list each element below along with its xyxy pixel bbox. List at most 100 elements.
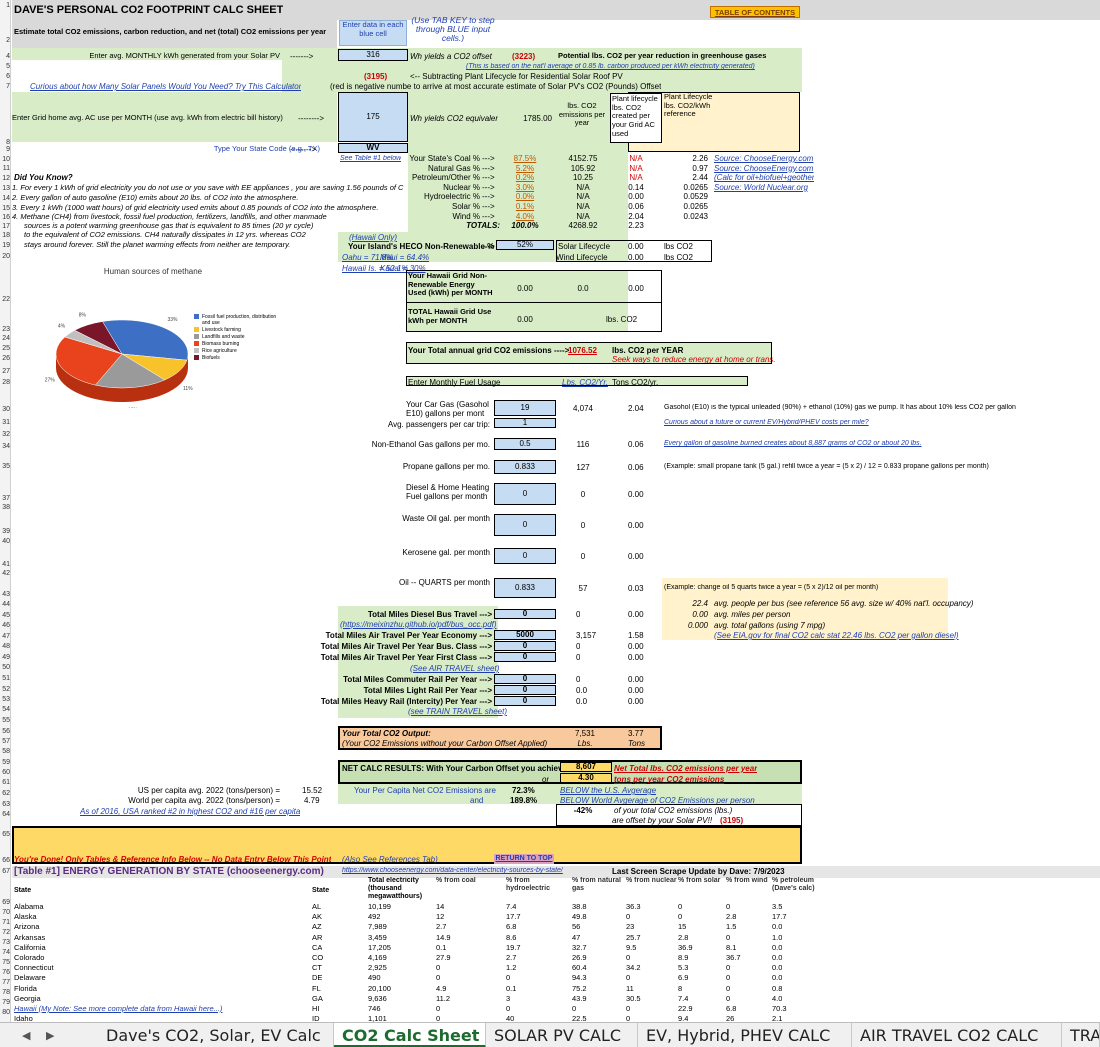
- methane-chart[interactable]: Human sources of methane 33%11%18%27%4%8…: [26, 262, 280, 408]
- sheet-tab[interactable]: CO2 Calc Sheet: [334, 1023, 486, 1047]
- row-number[interactable]: 10: [0, 155, 11, 164]
- row-number[interactable]: 40: [0, 537, 11, 546]
- train-travel-sheet-link[interactable]: (see TRAIN TRAVEL sheet): [408, 707, 507, 716]
- eia-link[interactable]: (See EIA.gov for final CO2 calc stat 22.…: [714, 631, 959, 640]
- see-table-1-link[interactable]: See Table #1 below: [340, 155, 401, 163]
- row-number[interactable]: 79: [0, 998, 11, 1007]
- row-number[interactable]: 60: [0, 768, 11, 777]
- row-number[interactable]: 12: [0, 174, 11, 183]
- row-number[interactable]: 72: [0, 928, 11, 937]
- row-number[interactable]: 26: [0, 354, 11, 363]
- bus-occupancy-link[interactable]: (https://meixinzhu.github.io/pdf/bus_occ…: [340, 620, 497, 629]
- row-number[interactable]: 80: [0, 1008, 11, 1017]
- row-number[interactable]: 52: [0, 685, 11, 694]
- state-code-input[interactable]: WV: [338, 143, 408, 153]
- row-number[interactable]: 20: [0, 252, 11, 261]
- row-number[interactable]: 76: [0, 968, 11, 977]
- row-number[interactable]: 54: [0, 705, 11, 714]
- row-number[interactable]: 69: [0, 898, 11, 907]
- row-number[interactable]: 25: [0, 344, 11, 353]
- row-number[interactable]: 5: [0, 62, 11, 71]
- table-1-url[interactable]: https://www.chooseenergy.com/data-center…: [342, 867, 563, 875]
- row-number[interactable]: 11: [0, 164, 11, 173]
- solar-kwh-input[interactable]: 316: [338, 49, 408, 61]
- row-number[interactable]: 15: [0, 204, 11, 213]
- air-travel-sheet-link[interactable]: (See AIR TRAVEL sheet): [410, 664, 499, 673]
- row-number[interactable]: 17: [0, 222, 11, 231]
- sheet-tab[interactable]: Dave's CO2, Solar, EV Calc: [98, 1023, 334, 1047]
- next-sheet-arrow[interactable]: ▶: [46, 1023, 54, 1047]
- row-number[interactable]: 55: [0, 716, 11, 725]
- row-number[interactable]: 30: [0, 405, 11, 414]
- row-number[interactable]: 73: [0, 938, 11, 947]
- table-of-contents-button[interactable]: TABLE OF CONTENTS: [710, 6, 800, 18]
- row-number[interactable]: 58: [0, 747, 11, 756]
- row-number[interactable]: 62: [0, 789, 11, 798]
- sheet-tab[interactable]: AIR TRAVEL CO2 CALC: [852, 1023, 1062, 1047]
- sheet-tab[interactable]: SOLAR PV CALC: [486, 1023, 638, 1047]
- row-number[interactable]: 13: [0, 184, 11, 193]
- row-number[interactable]: 39: [0, 527, 11, 536]
- row-number[interactable]: 4: [0, 52, 11, 61]
- row-number[interactable]: 57: [0, 737, 11, 746]
- row-number[interactable]: 43: [0, 590, 11, 599]
- travel-input[interactable]: 0: [494, 652, 556, 662]
- row-number[interactable]: 28: [0, 378, 11, 387]
- return-to-top-button[interactable]: RETURN TO TOP: [494, 854, 554, 864]
- row-number[interactable]: 78: [0, 988, 11, 997]
- fuel-note[interactable]: Every gallon of gasoline burned creates …: [664, 440, 922, 448]
- grid-kwh-input[interactable]: 175: [338, 92, 408, 142]
- row-number[interactable]: 47: [0, 632, 11, 641]
- row-number[interactable]: 56: [0, 727, 11, 736]
- row-number[interactable]: 6: [0, 72, 11, 81]
- fuel-input[interactable]: 0: [494, 548, 556, 564]
- row-number[interactable]: 41: [0, 560, 11, 569]
- row-number[interactable]: 45: [0, 611, 11, 620]
- usa-rank-link[interactable]: As of 2016, USA ranked #2 in highest CO2…: [80, 807, 300, 816]
- row-number[interactable]: 22: [0, 295, 11, 304]
- row-number[interactable]: 32: [0, 430, 11, 439]
- heco-input[interactable]: 52%: [496, 240, 554, 250]
- fuel-input[interactable]: 0.5: [494, 438, 556, 450]
- row-number[interactable]: 49: [0, 653, 11, 662]
- fuel-input[interactable]: 19: [494, 400, 556, 416]
- row-number[interactable]: 19: [0, 241, 11, 250]
- row-number[interactable]: 66: [0, 856, 11, 865]
- row-number[interactable]: 64: [0, 810, 11, 819]
- row-number[interactable]: 53: [0, 695, 11, 704]
- row-number[interactable]: 44: [0, 600, 11, 609]
- solar-panels-calculator-link[interactable]: Curious about how Many Solar Panels Woul…: [30, 82, 301, 91]
- row-number[interactable]: 77: [0, 978, 11, 987]
- prev-sheet-arrow[interactable]: ◀: [22, 1023, 30, 1047]
- row-number[interactable]: 1: [0, 1, 11, 10]
- row-number[interactable]: 38: [0, 503, 11, 512]
- row-number[interactable]: 37: [0, 494, 11, 503]
- fuel-input[interactable]: 0.833: [494, 578, 556, 598]
- fuel-note[interactable]: Curious about a future or current EV/Hyb…: [664, 419, 869, 427]
- sheet-tab[interactable]: EV, Hybrid, PHEV CALC: [638, 1023, 852, 1047]
- hawaii-only-link[interactable]: (Hawaii Only): [338, 233, 408, 242]
- row-number[interactable]: 70: [0, 908, 11, 917]
- row-headers[interactable]: 1 2 4 5 6 7 8 9 10 11 12 13 14 15 16 17 18 19 20 22 23 24 25 26…: [0, 0, 11, 1022]
- row-number[interactable]: 48: [0, 642, 11, 651]
- travel-input[interactable]: 0: [494, 641, 556, 651]
- travel-input[interactable]: 5000: [494, 630, 556, 640]
- travel-input[interactable]: 0: [494, 696, 556, 706]
- sheet-tab[interactable]: TRA: [1062, 1023, 1100, 1047]
- row-number[interactable]: 46: [0, 621, 11, 630]
- row-number[interactable]: 71: [0, 918, 11, 927]
- row-number[interactable]: 16: [0, 213, 11, 222]
- fuel-input[interactable]: 1: [494, 418, 556, 428]
- travel-input[interactable]: 0: [494, 609, 556, 619]
- fuel-input[interactable]: 0.833: [494, 460, 556, 474]
- row-number[interactable]: 65: [0, 830, 11, 839]
- row-number[interactable]: 18: [0, 231, 11, 240]
- row-number[interactable]: 75: [0, 958, 11, 967]
- row-number[interactable]: 51: [0, 674, 11, 683]
- spreadsheet-grid[interactable]: DAVE'S PERSONAL CO2 FOOTPRINT CALC SHEET…: [0, 0, 1100, 1022]
- row-number[interactable]: 31: [0, 418, 11, 427]
- row-number[interactable]: 2: [0, 36, 11, 45]
- row-number[interactable]: 9: [0, 145, 11, 154]
- fuel-input[interactable]: 0: [494, 514, 556, 536]
- row-number[interactable]: 50: [0, 663, 11, 672]
